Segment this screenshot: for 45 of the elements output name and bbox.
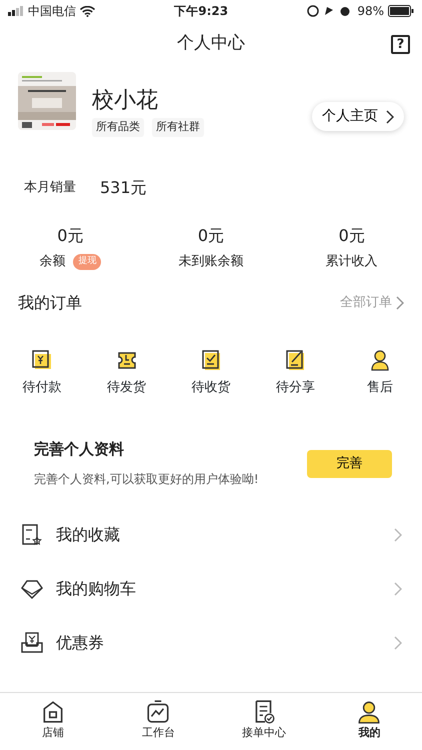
menu-item[interactable]: 我的收藏 — [0, 508, 422, 562]
complete-button[interactable]: 完善 — [307, 450, 392, 478]
order-status-link[interactable]: 待分享 — [276, 378, 315, 398]
chevron-icon — [396, 296, 404, 310]
tab-item[interactable]: 店铺 — [0, 693, 106, 750]
wifi-icon — [80, 6, 95, 16]
battery-percent: 98% — [357, 3, 384, 20]
carrier-name: 中国电信 — [28, 3, 76, 20]
stat-value: 0元 — [338, 226, 365, 245]
signal-icon — [8, 6, 24, 16]
stat-label: 累计收入 — [326, 253, 378, 271]
tab-item[interactable]: 工作台 — [106, 693, 211, 750]
chart-screen-icon — [145, 699, 172, 725]
stat-value: 0元 — [57, 226, 84, 245]
card-title: 完善个人资料 — [34, 440, 124, 458]
battery-icon — [388, 5, 414, 17]
order-status-link[interactable]: 待收货 — [192, 378, 231, 398]
homepage-button[interactable]: 个人主页 — [312, 102, 404, 131]
section-title: 我的订单 — [18, 292, 82, 314]
help-button[interactable]: ? — [391, 35, 410, 54]
menu-item[interactable]: 优惠券 — [0, 616, 422, 670]
tab-item[interactable]: 我的 — [316, 693, 422, 750]
category-tag: 所有社群 — [152, 118, 204, 136]
order-status-link[interactable]: 待付款 — [22, 378, 62, 398]
stat-label: 余额 — [39, 253, 66, 271]
tray-yen-icon — [20, 631, 44, 655]
person-icon — [356, 699, 382, 725]
order-status-link[interactable]: 售后 — [366, 378, 393, 398]
status-time: 下午9:23 — [174, 3, 228, 20]
tab-item[interactable]: 接单中心 — [211, 693, 316, 750]
card-text: 完善个人资料,可以获取更好的用户体验呦! — [34, 472, 259, 486]
category-tag: 所有品类 — [92, 118, 144, 136]
stat-label: 未到账余额 — [178, 253, 244, 271]
chevron-icon — [386, 110, 394, 124]
page-title: 个人中心 — [177, 32, 245, 56]
chevron-icon — [394, 636, 402, 650]
document-star-icon — [20, 523, 44, 547]
order-status-link[interactable]: 待发货 — [107, 378, 146, 398]
stat-value: 0元 — [198, 226, 224, 245]
user-name: 校小花 — [92, 88, 158, 113]
sales-label: 本月销量 — [24, 179, 76, 198]
chevron-icon — [394, 528, 402, 542]
sales-value: 531元 — [100, 177, 147, 199]
chevron-icon — [394, 582, 402, 596]
menu-item[interactable]: 我的购物车 — [0, 562, 422, 616]
